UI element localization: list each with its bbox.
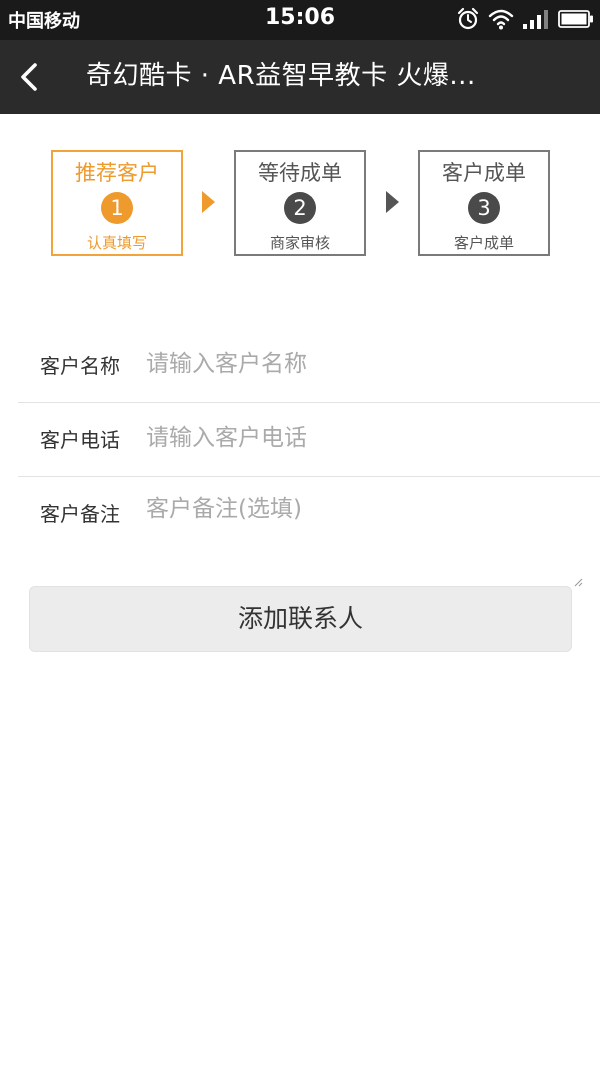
signal-icon <box>522 9 550 29</box>
nav-bar: 奇幻酷卡 · AR益智早教卡 火爆... <box>0 40 600 114</box>
resize-grip-icon[interactable] <box>574 572 583 587</box>
step-title: 推荐客户 <box>75 161 159 185</box>
step-recommend: 推荐客户 1 认真填写 <box>51 150 183 256</box>
step-title: 等待成单 <box>258 161 342 185</box>
step-subtitle: 认真填写 <box>86 234 147 252</box>
page-title: 奇幻酷卡 · AR益智早教卡 火爆... <box>86 61 476 91</box>
step-number: 1 <box>101 192 133 224</box>
battery-icon <box>558 10 594 28</box>
step-arrow-icon <box>202 191 215 213</box>
customer-note-textarea[interactable] <box>146 492 566 562</box>
step-number: 3 <box>468 192 500 224</box>
customer-name-input[interactable] <box>146 344 566 384</box>
customer-phone-input[interactable] <box>146 418 566 458</box>
step-waiting: 等待成单 2 商家审核 <box>234 150 366 256</box>
divider <box>18 476 600 477</box>
step-subtitle: 客户成单 <box>453 234 514 252</box>
add-contact-button[interactable]: 添加联系人 <box>29 586 572 652</box>
divider <box>18 402 600 403</box>
step-number: 2 <box>284 192 316 224</box>
customer-note-label: 客户备注 <box>40 502 120 526</box>
customer-phone-label: 客户电话 <box>40 428 120 452</box>
chevron-left-icon[interactable] <box>14 60 46 94</box>
wifi-icon <box>488 8 514 30</box>
status-icons <box>456 6 594 32</box>
status-bar: 中国移动 15:06 <box>0 0 600 40</box>
customer-name-label: 客户名称 <box>40 354 120 378</box>
step-subtitle: 商家审核 <box>269 234 330 252</box>
alarm-icon <box>456 7 480 31</box>
step-title: 客户成单 <box>442 161 526 185</box>
step-completed: 客户成单 3 客户成单 <box>418 150 550 256</box>
step-arrow-icon <box>386 191 399 213</box>
